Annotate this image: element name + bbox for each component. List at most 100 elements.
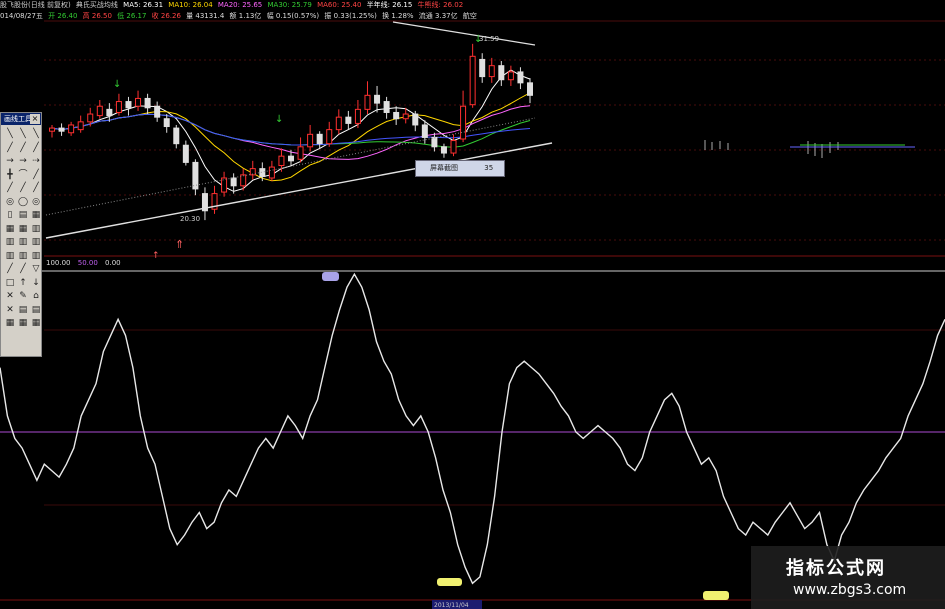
bottom-signal-marker [437, 578, 462, 586]
drawing-tool-37-icon[interactable]: ✎ [17, 290, 29, 302]
candle-body [307, 133, 314, 148]
drawing-tool-27-icon[interactable]: ▥ [4, 250, 16, 262]
candle-body [364, 94, 371, 110]
down-arrow-icon: ↓ [275, 114, 283, 125]
drawing-tool-32-icon[interactable]: ▽ [30, 263, 42, 275]
drawing-tool-5-icon[interactable]: ╱ [30, 142, 42, 154]
candle-body [278, 155, 285, 167]
candle-body [96, 105, 103, 117]
drawing-tool-18-icon[interactable]: ▯ [4, 209, 16, 221]
low-price-annotation: 20.30 [180, 215, 200, 223]
candle-body [316, 133, 323, 145]
close-icon[interactable]: × [30, 114, 40, 124]
candle-body [125, 101, 132, 109]
candle-body [154, 105, 161, 118]
drawing-tool-41-icon[interactable]: ▤ [30, 304, 42, 316]
candle-body [144, 97, 151, 109]
drawing-toolbox[interactable]: 画线工具 × ╲ ╲ ╲ ╱ ╱ ╱ → → ⇢ ╋ ⌒ ╱ ╱ ╱ ╱ ◎ ◯ ◎ ▯ ▤ ▦ ▦ ▦ ▥ ▥ ▥ ▥ ▥ ▥ ▥ ╱ ╱ ▽… [0, 112, 42, 357]
candle-body [498, 65, 505, 81]
right-side-candles [704, 140, 839, 158]
drawing-tool-15-icon[interactable]: ◎ [4, 196, 16, 208]
candle-body [383, 101, 390, 113]
drawing-tool-30-icon[interactable]: ╱ [4, 263, 16, 275]
drawing-tool-38-icon[interactable]: ⌂ [30, 290, 42, 302]
drawing-tool-39-icon[interactable]: ✕ [4, 304, 16, 316]
drawing-tool-10-icon[interactable]: ⌒ [17, 169, 29, 181]
drawing-tool-23-icon[interactable]: ▥ [30, 223, 42, 235]
up-arrow-icon: ↑ [152, 251, 160, 261]
drawing-tool-19-icon[interactable]: ▤ [17, 209, 29, 221]
candle-body [374, 94, 381, 104]
candle-body [469, 55, 476, 106]
toolbox-title: 画线工具 [4, 115, 32, 123]
candle-body [527, 82, 533, 96]
drawing-tool-28-icon[interactable]: ▥ [17, 250, 29, 262]
drawing-tool-36-icon[interactable]: ✕ [4, 290, 16, 302]
drawing-tool-8-icon[interactable]: ⇢ [30, 155, 42, 167]
candle-body [49, 127, 55, 132]
drawing-tool-9-icon[interactable]: ╋ [4, 169, 16, 181]
drawing-tool-31-icon[interactable]: ╱ [17, 263, 29, 275]
drawing-tool-34-icon[interactable]: ↑ [17, 277, 29, 289]
candle-body [240, 174, 247, 187]
candle-body [268, 166, 275, 179]
drawing-tool-21-icon[interactable]: ▦ [4, 223, 16, 235]
drawing-tool-43-icon[interactable]: ▦ [17, 317, 29, 329]
candle-body [135, 97, 142, 107]
drawing-tool-11-icon[interactable]: ╱ [30, 169, 42, 181]
candle-body [163, 118, 170, 128]
drawing-tool-12-icon[interactable]: ╱ [4, 182, 16, 194]
ma30-line [51, 113, 531, 148]
drawing-tool-16-icon[interactable]: ◯ [17, 196, 29, 208]
level-0-label: 0.00 [105, 259, 121, 267]
candle-body [479, 58, 486, 78]
candle-body [431, 136, 438, 148]
chart-canvas[interactable]: ↓ ↓ ↓ ⇑ ↑ 20.30 31.59 2013/11/04 [0, 0, 945, 609]
drawing-tool-42-icon[interactable]: ▦ [4, 317, 16, 329]
candle-body [173, 127, 180, 145]
drawing-tool-7-icon[interactable]: → [17, 155, 29, 167]
drawing-tool-25-icon[interactable]: ▥ [17, 236, 29, 248]
date-axis-label: 2013/11/04 [434, 602, 469, 609]
drawing-tool-1-icon[interactable]: ╲ [17, 128, 29, 140]
drawing-tool-0-icon[interactable]: ╲ [4, 128, 16, 140]
candle-body [326, 129, 333, 145]
drawing-tool-14-icon[interactable]: ╱ [30, 182, 42, 194]
candle-body [402, 113, 409, 120]
toolbox-titlebar[interactable]: 画线工具 × [1, 113, 41, 125]
bottom-signal-marker [703, 591, 729, 600]
drawing-tool-26-icon[interactable]: ▥ [30, 236, 42, 248]
drawing-tool-6-icon[interactable]: → [4, 155, 16, 167]
candle-body [182, 144, 189, 163]
tool-grid: ╲ ╲ ╲ ╱ ╱ ╱ → → ⇢ ╋ ⌒ ╱ ╱ ╱ ╱ ◎ ◯ ◎ ▯ ▤ ▦ ▦ ▦ ▥ ▥ ▥ ▥ ▥ ▥ ▥ ╱ ╱ ▽ □ ↑ ↓ ✕ ✎ ⌂ ✕… [1, 125, 41, 330]
drawing-tool-13-icon[interactable]: ╱ [17, 182, 29, 194]
ma60-line [51, 113, 531, 146]
drawing-tool-20-icon[interactable]: ▦ [30, 209, 42, 221]
watermark-url: www.zbgs3.com [793, 582, 907, 598]
candle-body [450, 140, 457, 154]
drawing-tool-3-icon[interactable]: ╱ [4, 142, 16, 154]
drawing-tool-24-icon[interactable]: ▥ [4, 236, 16, 248]
drawing-tool-33-icon[interactable]: □ [4, 277, 16, 289]
drawing-tool-29-icon[interactable]: ▥ [30, 250, 42, 262]
candle-body [106, 108, 113, 117]
screenshot-label-box[interactable]: 屏幕截图 35 [415, 160, 505, 177]
drawing-tool-44-icon[interactable]: ▦ [30, 317, 42, 329]
indicator-header: 100.00 50.00 0.00 [46, 259, 126, 268]
candle-body [221, 177, 228, 193]
drawing-tool-17-icon[interactable]: ◎ [30, 196, 42, 208]
drawing-tool-22-icon[interactable]: ▦ [17, 223, 29, 235]
candle-body [192, 161, 199, 190]
candle-body [393, 111, 400, 120]
level-50-label: 50.00 [77, 259, 98, 267]
drawing-tool-40-icon[interactable]: ▤ [17, 304, 29, 316]
drawing-tool-35-icon[interactable]: ↓ [30, 277, 42, 289]
drawing-tool-2-icon[interactable]: ╲ [30, 128, 42, 140]
up-arrow-icon: ⇑ [175, 238, 184, 251]
down-arrow-icon: ↓ [113, 79, 121, 90]
candle-body [460, 105, 467, 140]
candle-body [115, 101, 122, 113]
drawing-tool-4-icon[interactable]: ╱ [17, 142, 29, 154]
resistance-trendline [392, 21, 536, 46]
candle-body [507, 71, 514, 81]
